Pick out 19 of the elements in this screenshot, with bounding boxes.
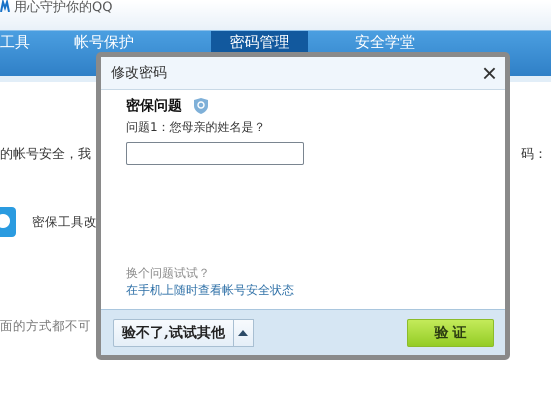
fallback-text: 面的方式都不可	[0, 318, 91, 333]
intro-text: 的帐号安全，我	[0, 146, 91, 163]
dialog-title: 修改密码	[111, 64, 167, 82]
mobile-link[interactable]: 在手机上随时查看帐号安全状态	[126, 282, 294, 299]
section-title: 密保问题	[126, 97, 182, 115]
slogan: 用心守护你的QQ	[14, 0, 112, 15]
answer-field[interactable]	[126, 142, 304, 165]
question-label: 问题1：您母亲的姓名是？	[126, 119, 266, 136]
verify-button[interactable]: 验 证	[407, 318, 494, 346]
dropdown-button[interactable]	[234, 318, 254, 346]
nav-tab[interactable]: 工具	[0, 31, 34, 76]
shield-icon	[194, 98, 208, 114]
tool-label: 密保工具改	[32, 214, 97, 230]
caret-icon	[238, 330, 248, 336]
logo-icon	[0, 0, 10, 12]
change-question-text: 换个问题试试？	[126, 265, 210, 282]
intro-text: 码：	[521, 146, 548, 163]
close-button[interactable]: ×	[474, 60, 505, 86]
other-method-button[interactable]: 验不了,试试其他	[113, 318, 234, 346]
